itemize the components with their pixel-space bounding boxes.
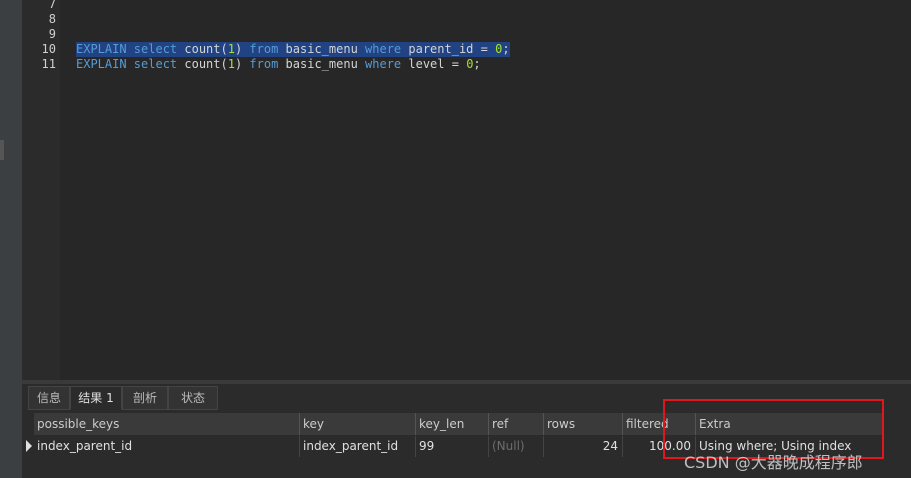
kw-from: from xyxy=(249,57,279,71)
line-number: 10 xyxy=(41,42,56,56)
current-row-icon xyxy=(26,440,32,452)
left-sidebar-strip xyxy=(0,0,22,478)
tab-status[interactable]: 状态 xyxy=(168,386,218,410)
code-text: basic_menu xyxy=(278,57,366,71)
code-text: parent_id = xyxy=(401,42,496,56)
column-header[interactable]: key_len xyxy=(416,413,489,435)
line-number: 9 xyxy=(48,27,56,41)
line-number-gutter: 7 8 9 10 11 xyxy=(22,0,60,380)
watermark-text: CSDN @大器晚成程序郎 xyxy=(684,453,863,472)
tab-info[interactable]: 信息 xyxy=(28,386,70,410)
tab-result-1[interactable]: 结果 1 xyxy=(70,386,122,410)
code-number: 1 xyxy=(227,57,235,71)
code-line-11[interactable]: EXPLAIN select count(1) from basic_menu … xyxy=(76,57,481,72)
scroll-marker xyxy=(0,140,4,160)
kw-explain-select: EXPLAIN select xyxy=(76,42,178,56)
kw-where: where xyxy=(365,42,402,56)
code-text: ; xyxy=(473,57,481,71)
table-cell[interactable]: index_parent_id xyxy=(300,436,416,457)
code-text: basic_menu xyxy=(278,42,366,56)
kw-from: from xyxy=(249,42,279,56)
column-header[interactable]: rows xyxy=(544,413,623,435)
kw-explain-select: EXPLAIN select xyxy=(76,57,178,71)
code-text: count( xyxy=(177,42,228,56)
code-text: ) xyxy=(234,42,250,56)
code-text: ; xyxy=(502,42,510,56)
tab-profile[interactable]: 剖析 xyxy=(122,386,168,410)
column-header[interactable]: key xyxy=(300,413,416,435)
code-line-10[interactable]: EXPLAIN select count(1) from basic_menu … xyxy=(76,42,510,57)
column-header[interactable]: possible_keys xyxy=(34,413,300,435)
line-number: 7 xyxy=(48,0,56,11)
code-text: count( xyxy=(177,57,228,71)
line-number: 11 xyxy=(41,57,56,71)
table-cell[interactable]: 99 xyxy=(416,436,489,457)
sql-editor[interactable]: EXPLAIN select count(1) from basic_menu … xyxy=(60,0,911,380)
table-cell[interactable]: index_parent_id xyxy=(34,436,300,457)
code-text: level = xyxy=(401,57,467,71)
table-cell[interactable]: (Null) xyxy=(489,436,544,457)
kw-where: where xyxy=(365,57,402,71)
table-cell[interactable]: 24 xyxy=(544,436,623,457)
code-number: 1 xyxy=(227,42,235,56)
code-text: ) xyxy=(234,57,250,71)
line-number: 8 xyxy=(48,12,56,26)
column-header[interactable]: ref xyxy=(489,413,544,435)
